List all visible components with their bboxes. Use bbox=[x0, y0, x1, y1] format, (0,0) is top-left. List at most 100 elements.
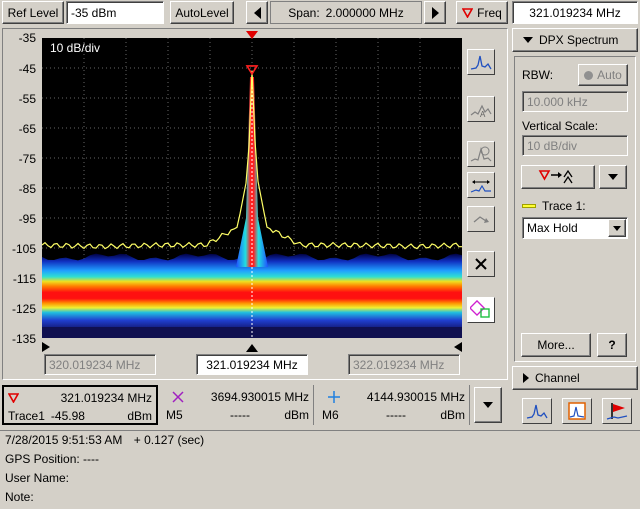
center-freq-input[interactable]: 321.019234 MHz bbox=[512, 1, 638, 24]
chevron-down-icon bbox=[483, 402, 493, 408]
marker-readout-trace1[interactable]: 321.019234 MHz Trace1 -45.98 dBm bbox=[2, 385, 158, 425]
rbw-input[interactable]: 10.000 kHz bbox=[522, 91, 628, 112]
add-marker-button[interactable] bbox=[467, 297, 495, 323]
y-tick-label: -35 bbox=[18, 31, 36, 45]
delete-marker-button[interactable] bbox=[467, 251, 495, 277]
left-arrow-icon bbox=[253, 6, 261, 19]
close-icon bbox=[475, 258, 487, 270]
marker-freq: 4144.930015 MHz bbox=[366, 390, 465, 404]
marker-dropdown-button[interactable] bbox=[474, 387, 502, 423]
spectrum-view-button[interactable] bbox=[522, 398, 552, 424]
spectrum-plot[interactable]: 10 dB/div bbox=[42, 38, 462, 338]
more-button[interactable]: More... bbox=[521, 333, 591, 357]
ref-level-input[interactable]: -35 dBm bbox=[66, 1, 164, 24]
marker-readout-m5[interactable]: 3694.930015 MHz M5 ----- dBm bbox=[160, 385, 314, 425]
svg-text:A: A bbox=[480, 110, 486, 118]
center-freq-field[interactable]: 321.019234 MHz bbox=[196, 354, 308, 375]
section-title: Channel bbox=[535, 371, 580, 385]
spectrum-icon bbox=[526, 404, 548, 419]
marker-name: Trace1 bbox=[8, 409, 45, 423]
timestamp-line: 7/28/2015 9:51:53 AM + 0.127 (sec) bbox=[5, 433, 204, 447]
marker-table-button[interactable] bbox=[467, 172, 495, 198]
marker-unit: dBm bbox=[284, 408, 309, 422]
channel-section-header[interactable]: Channel bbox=[512, 366, 638, 390]
vertical-scale-value: 10 dB/div bbox=[527, 138, 578, 153]
rbw-value: 10.000 kHz bbox=[527, 94, 588, 109]
trace-mode-select[interactable]: Max Hold bbox=[522, 217, 628, 239]
marker-unit: dBm bbox=[440, 408, 465, 422]
section-title: DPX Spectrum bbox=[539, 33, 619, 47]
help-button[interactable]: ? bbox=[597, 333, 627, 357]
span-increase-button[interactable] bbox=[424, 1, 446, 24]
marker-to-ref-icon bbox=[538, 169, 573, 184]
y-tick-label: -115 bbox=[12, 272, 36, 286]
chevron-down-icon bbox=[523, 37, 533, 43]
dpx-view-button[interactable] bbox=[562, 398, 592, 424]
peak-search-button[interactable] bbox=[467, 49, 495, 75]
center-top-marker-icon bbox=[246, 31, 258, 39]
center-freq-value: 321.019234 MHz bbox=[529, 5, 621, 20]
marker-to-peak-button[interactable] bbox=[467, 141, 495, 167]
plus-marker-icon bbox=[328, 391, 340, 403]
y-tick-label: -105 bbox=[11, 242, 36, 256]
freq-button[interactable]: Freq bbox=[456, 1, 508, 24]
y-tick-label: -65 bbox=[18, 122, 36, 136]
rbw-auto-button[interactable]: Auto bbox=[578, 64, 628, 86]
time-offset: + 0.127 (sec) bbox=[133, 433, 205, 447]
marker-name: M6 bbox=[322, 408, 339, 422]
y-tick-label: -55 bbox=[18, 92, 36, 106]
trace1-legend: Trace 1: bbox=[522, 199, 586, 213]
peak-icon bbox=[470, 55, 492, 70]
marker-step-icon bbox=[473, 216, 489, 223]
vertical-scale-input[interactable]: 10 dB/div bbox=[522, 135, 628, 156]
marker-step-button[interactable] bbox=[467, 206, 495, 232]
rbw-label: RBW: bbox=[522, 68, 554, 82]
vertical-scale-label: Vertical Scale: bbox=[522, 119, 599, 133]
timestamp: 7/28/2015 9:51:53 AM bbox=[5, 433, 123, 447]
ref-level-button[interactable]: Ref Level bbox=[2, 1, 64, 24]
start-freq-value: 320.019234 MHz bbox=[49, 357, 141, 372]
marker-name: M5 bbox=[166, 408, 183, 422]
chevron-right-icon bbox=[523, 373, 529, 383]
add-marker-icon bbox=[470, 300, 490, 318]
right-edge-marker-icon bbox=[454, 342, 462, 352]
marker-value: -45.98 bbox=[50, 409, 85, 423]
freq-label: Freq bbox=[477, 5, 502, 20]
marker-triangle-icon bbox=[8, 393, 19, 403]
dpx-spectrum-section-header[interactable]: DPX Spectrum bbox=[512, 28, 638, 52]
dpx-view-icon bbox=[568, 402, 586, 420]
trace-mode-dropdown[interactable] bbox=[608, 219, 626, 237]
more-label: More... bbox=[537, 338, 575, 352]
marker-delta-icon bbox=[470, 180, 491, 193]
marker-to-ref-button[interactable] bbox=[521, 165, 595, 189]
ref-level-label: Ref Level bbox=[7, 5, 59, 20]
stop-freq-field[interactable]: 322.019234 MHz bbox=[348, 354, 460, 375]
span-decrease-button[interactable] bbox=[246, 1, 268, 24]
alarm-flag-button[interactable] bbox=[602, 398, 632, 424]
y-tick-label: -45 bbox=[18, 62, 36, 76]
marker-unit: dBm bbox=[127, 409, 152, 423]
next-peak-button[interactable]: A bbox=[467, 96, 495, 122]
right-arrow-icon bbox=[431, 6, 439, 19]
scale-label: 10 dB/div bbox=[50, 41, 100, 55]
autolevel-button[interactable]: AutoLevel bbox=[170, 1, 234, 24]
y-tick-label: -85 bbox=[18, 182, 36, 196]
next-peak-icon: A bbox=[470, 104, 492, 118]
marker-to-ref-dropdown[interactable] bbox=[599, 165, 627, 189]
trace-mode-value: Max Hold bbox=[527, 221, 578, 235]
start-freq-field[interactable]: 320.019234 MHz bbox=[44, 354, 156, 375]
marker-readout-m6[interactable]: 4144.930015 MHz M6 ----- dBm bbox=[316, 385, 470, 425]
help-label: ? bbox=[608, 338, 616, 352]
left-edge-marker-icon bbox=[42, 342, 50, 352]
span-display[interactable]: Span: 2.000000 MHz bbox=[270, 1, 422, 24]
marker-peak-icon bbox=[470, 146, 492, 162]
y-tick-label: -95 bbox=[18, 212, 36, 226]
auto-label: Auto bbox=[597, 68, 622, 82]
ref-level-value: -35 dBm bbox=[71, 5, 117, 20]
marker-triangle-icon bbox=[462, 7, 474, 18]
y-tick-label: -135 bbox=[11, 332, 36, 346]
chevron-down-icon bbox=[608, 174, 618, 180]
user-name: User Name: bbox=[5, 471, 70, 485]
auto-indicator-icon bbox=[584, 70, 594, 80]
autolevel-label: AutoLevel bbox=[175, 5, 229, 20]
